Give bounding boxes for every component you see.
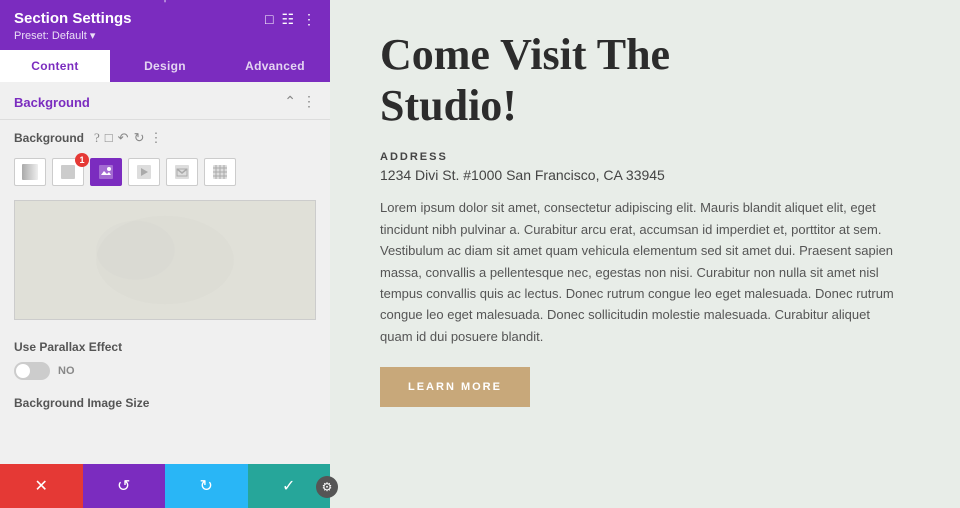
tab-content[interactable]: Content: [0, 50, 110, 82]
bg-pattern-btn[interactable]: [204, 158, 236, 186]
learn-more-button[interactable]: LEARN MORE: [380, 367, 530, 407]
bg-email-btn[interactable]: [166, 158, 198, 186]
panel-tabs: Content Design Advanced: [0, 50, 330, 82]
settings-panel: + Section Settings Preset: Default ▾ □ ☷…: [0, 0, 330, 508]
reset-icon[interactable]: ↻: [134, 130, 145, 146]
bg-color-btn[interactable]: 1: [52, 158, 84, 186]
gear-badge[interactable]: ⚙: [316, 476, 338, 498]
background-section-header: Background ⌃ ⋮: [0, 82, 330, 120]
parallax-section: Use Parallax Effect NO: [0, 326, 330, 388]
bg-gradient-btn[interactable]: [14, 158, 46, 186]
background-row: Background ? □ ↶ ↻ ⋮: [0, 120, 330, 152]
bg-image-size-label: Background Image Size: [0, 388, 330, 414]
section-header-icons: ⌃ ⋮: [284, 94, 316, 111]
collapse-icon[interactable]: ⌃: [284, 94, 296, 111]
bg-image-btn[interactable]: [90, 158, 122, 186]
background-preview: [14, 200, 316, 320]
tab-design[interactable]: Design: [110, 50, 220, 82]
panel-title: Section Settings: [14, 10, 132, 27]
bg-type-row: 1: [0, 152, 330, 194]
bg-video-btn[interactable]: [128, 158, 160, 186]
undo-button[interactable]: ↺: [83, 464, 166, 508]
copy-icon[interactable]: □: [105, 130, 113, 146]
redo-button[interactable]: ↻: [165, 464, 248, 508]
address-value: 1234 Divi St. #1000 San Francisco, CA 33…: [380, 167, 910, 183]
redo-icon: ↻: [200, 476, 213, 496]
title-line2: Studio!: [380, 81, 517, 130]
panel-preset[interactable]: Preset: Default ▾: [14, 29, 132, 42]
background-section-title: Background: [14, 95, 90, 110]
action-bar: ✕ ↺ ↻ ✓: [0, 464, 330, 508]
section-more-icon[interactable]: ⋮: [302, 94, 316, 111]
more-options-icon[interactable]: ⋮: [302, 12, 316, 29]
cursor-icon[interactable]: ↶: [118, 130, 129, 146]
background-label: Background: [14, 131, 84, 145]
toggle-knob: [16, 364, 30, 378]
address-label: ADDRESS: [380, 151, 910, 163]
cancel-icon: ✕: [35, 476, 48, 496]
main-content: Come Visit The Studio! ADDRESS 1234 Divi…: [330, 0, 960, 508]
tab-advanced[interactable]: Advanced: [220, 50, 330, 82]
panel-body: Background ⌃ ⋮ Background ? □ ↶ ↻ ⋮: [0, 82, 330, 508]
parallax-toggle[interactable]: [14, 362, 50, 380]
help-icon[interactable]: ?: [94, 130, 100, 146]
confirm-icon: ✓: [282, 476, 295, 496]
visibility-icon[interactable]: □: [265, 13, 273, 29]
grid-icon[interactable]: ☷: [281, 12, 294, 29]
page-title: Come Visit The Studio!: [380, 30, 910, 131]
undo-icon: ↺: [117, 476, 130, 496]
parallax-label: Use Parallax Effect: [14, 340, 316, 354]
body-text: Lorem ipsum dolor sit amet, consectetur …: [380, 197, 900, 347]
background-icons: ? □ ↶ ↻ ⋮: [94, 130, 162, 146]
badge: 1: [75, 153, 89, 167]
title-line1: Come Visit The: [380, 30, 670, 79]
cancel-button[interactable]: ✕: [0, 464, 83, 508]
toggle-label: NO: [58, 365, 75, 377]
bg-more-icon[interactable]: ⋮: [149, 130, 162, 146]
panel-header-icons: □ ☷ ⋮: [265, 12, 316, 29]
toggle-row: NO: [14, 362, 316, 380]
